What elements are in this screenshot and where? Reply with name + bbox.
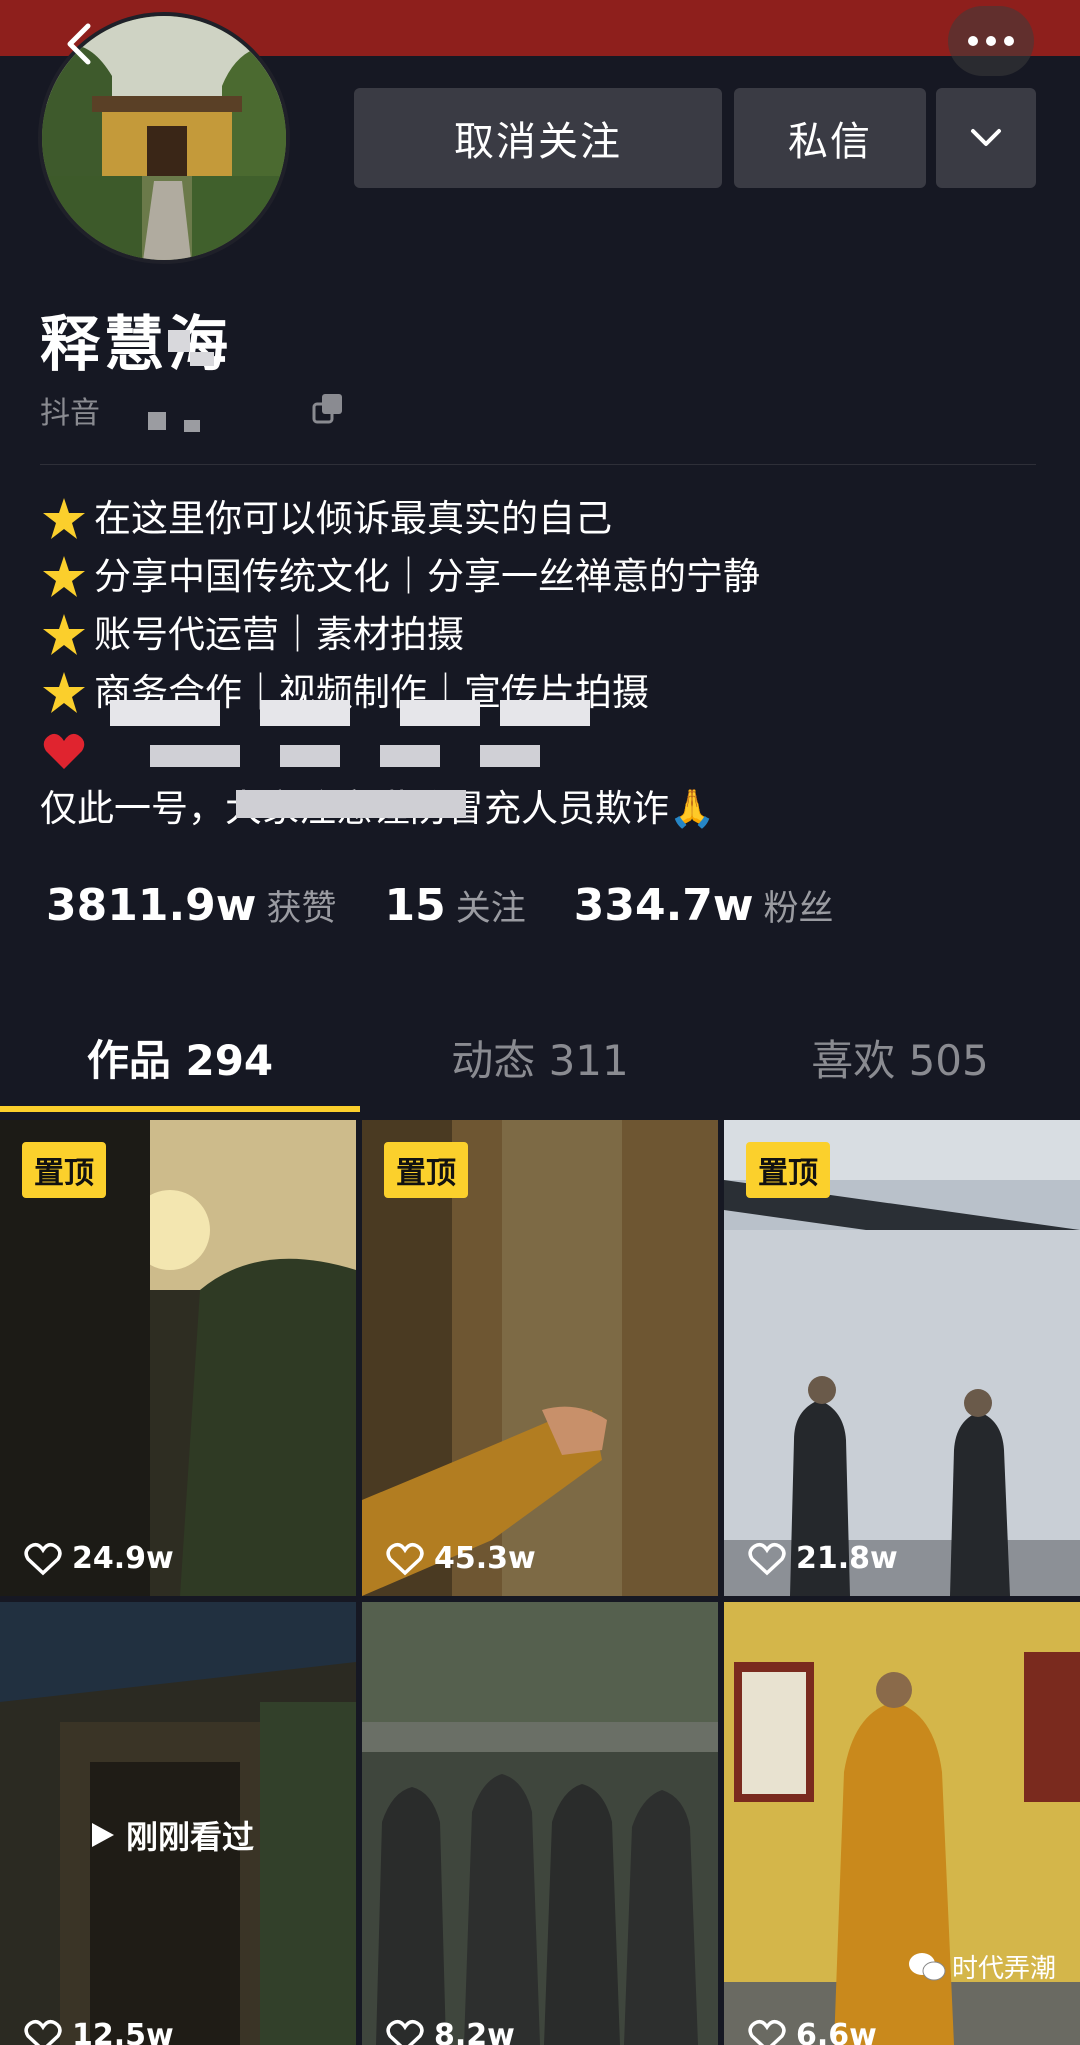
redaction-mosaic [168, 330, 190, 352]
redaction-mosaic [480, 745, 540, 767]
redaction-mosaic [260, 700, 350, 726]
pinned-badge: 置顶 [22, 1142, 106, 1198]
like-count: 21.8w [748, 1541, 898, 1576]
redaction-mosaic [236, 790, 466, 818]
pinned-badge: 置顶 [746, 1142, 830, 1198]
video-thumbnail[interactable]: 置顶 21.8w [724, 1120, 1080, 1596]
star-icon [43, 556, 85, 597]
video-thumbnail[interactable]: 8.2w [362, 1602, 718, 2045]
like-count: 24.9w [24, 1541, 174, 1576]
star-icon [43, 614, 85, 655]
unfollow-button[interactable]: 取消关注 [354, 88, 722, 188]
more-actions-dropdown[interactable] [936, 88, 1036, 188]
like-count-text: 45.3w [434, 1541, 536, 1576]
like-count: 6.6w [748, 2018, 877, 2045]
heart-outline-icon [386, 2019, 424, 2045]
redaction-mosaic [380, 745, 440, 767]
recently-watched-text: 刚刚看过 [126, 1818, 255, 1856]
redaction-mosaic [150, 745, 240, 767]
followers-count[interactable]: 334.7w [574, 880, 754, 931]
more-button[interactable] [948, 6, 1034, 76]
star-icon [43, 498, 85, 539]
redaction-mosaic [500, 700, 590, 726]
message-button[interactable]: 私信 [734, 88, 926, 188]
chevron-down-icon [971, 129, 1001, 146]
douyin-id: 抖音 [40, 396, 100, 431]
tab-indicator [0, 1106, 360, 1112]
bio: 在这里你可以倾诉最真实的自己 分享中国传统文化｜分享一丝禅意的宁静 账号代运营｜… [40, 490, 1040, 838]
following-label[interactable]: 关注 [456, 880, 526, 931]
stats-bar: 3811.9w 获赞 15 关注 334.7w 粉丝 [46, 880, 834, 931]
tab-works[interactable]: 作品 294 [0, 1000, 360, 1114]
video-thumbnail[interactable]: 6.6w 时代弄潮 [724, 1602, 1080, 2045]
heart-outline-icon [24, 2019, 62, 2045]
watermark-text: 时代弄潮 [951, 1954, 1056, 1984]
bio-line: 仅此一号，大家注意谨防冒充人员欺诈🙏 [40, 780, 1040, 838]
back-button[interactable] [50, 14, 110, 74]
like-count-text: 12.5w [72, 2018, 174, 2045]
divider [40, 464, 1036, 465]
like-count-text: 6.6w [796, 2018, 877, 2045]
video-thumbnail[interactable]: 刚刚看过 12.5w [0, 1602, 356, 2045]
copy-icon[interactable] [312, 392, 346, 426]
like-count-text: 8.2w [434, 2018, 515, 2045]
followers-label[interactable]: 粉丝 [764, 880, 834, 931]
like-count-text: 24.9w [72, 1541, 174, 1576]
likes-count: 3811.9w [46, 880, 257, 931]
video-thumbnail[interactable]: 置顶 45.3w [362, 1120, 718, 1596]
watermark: 时代弄潮 [908, 1948, 1056, 1985]
content-tabs: 作品 294 动态 311 喜欢 505 [0, 1000, 1080, 1114]
redaction-mosaic [184, 420, 200, 432]
like-count-text: 21.8w [796, 1541, 898, 1576]
pinned-badge: 置顶 [384, 1142, 468, 1198]
bio-line: 账号代运营｜素材拍摄 [40, 606, 1040, 664]
star-icon [43, 672, 85, 713]
like-count: 8.2w [386, 2018, 515, 2045]
recently-watched-label: 刚刚看过 [90, 1812, 254, 1858]
heart-outline-icon [386, 1542, 424, 1575]
play-icon [92, 1823, 114, 1847]
bio-text: 账号代运营｜素材拍摄 [94, 613, 464, 656]
like-count: 12.5w [24, 2018, 174, 2045]
wechat-icon [908, 1952, 946, 1980]
more-dots-icon [968, 36, 1014, 46]
redaction-mosaic [280, 745, 340, 767]
bio-line: 在这里你可以倾诉最真实的自己 [40, 490, 1040, 548]
bio-text: 分享中国传统文化｜分享一丝禅意的宁静 [94, 555, 760, 598]
tab-likes[interactable]: 喜欢 505 [720, 1000, 1080, 1114]
redaction-mosaic [400, 700, 480, 726]
heart-outline-icon [748, 1542, 786, 1575]
likes-label: 获赞 [266, 889, 337, 929]
heart-icon [43, 733, 85, 769]
bio-line: 分享中国传统文化｜分享一丝禅意的宁静 [40, 548, 1040, 606]
like-count: 45.3w [386, 1541, 536, 1576]
video-thumbnail[interactable]: 置顶 24.9w [0, 1120, 356, 1596]
following-count[interactable]: 15 [384, 880, 445, 931]
bio-text: 在这里你可以倾诉最真实的自己 [94, 497, 612, 540]
redaction-mosaic [148, 412, 166, 430]
redaction-mosaic [110, 700, 220, 726]
video-grid: 置顶 24.9w 置顶 45.3w 置顶 21.8w 刚刚看过 12.5w 8.… [0, 1120, 1080, 2045]
heart-outline-icon [748, 2019, 786, 2045]
tab-dynamic[interactable]: 动态 311 [360, 1000, 720, 1114]
profile-name: 释慧海 [40, 310, 232, 380]
redaction-mosaic [190, 352, 214, 366]
chevron-left-icon [67, 23, 91, 65]
heart-outline-icon [24, 1542, 62, 1575]
